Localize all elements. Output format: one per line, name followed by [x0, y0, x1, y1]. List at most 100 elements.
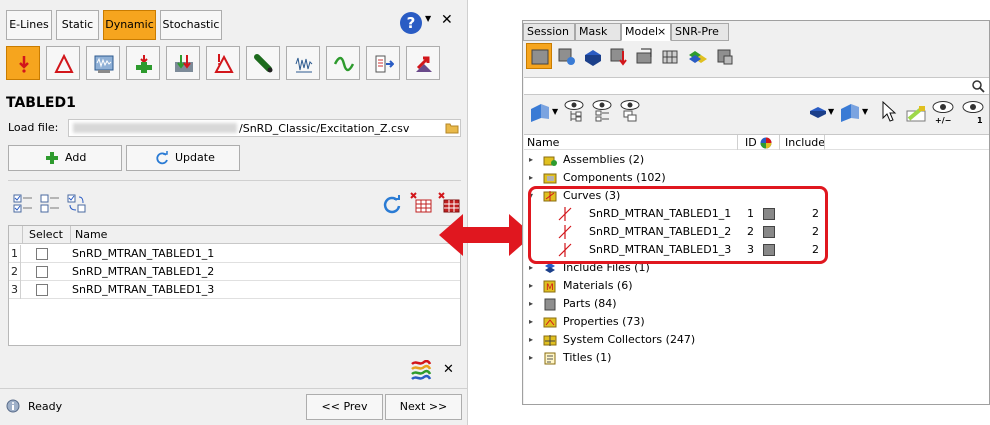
collapse-icon[interactable]: ▾ [529, 188, 533, 204]
load-collector-icon[interactable] [609, 47, 629, 67]
next-button[interactable]: Next >> [385, 394, 462, 420]
tree-item-properties[interactable]: ▸ Properties (73) [527, 314, 727, 330]
search-icon[interactable] [972, 80, 985, 93]
column-header-include[interactable]: Include [785, 136, 825, 149]
triangle-button[interactable] [46, 46, 80, 80]
column-header-name[interactable]: Name [527, 136, 559, 149]
highlight-icon[interactable] [905, 105, 929, 123]
prev-button[interactable]: << Prev [306, 394, 383, 420]
plane-color-icon[interactable] [839, 101, 861, 123]
eye-tree-icon[interactable] [563, 99, 585, 123]
table-row[interactable]: 2 SnRD_MTRAN_TABLED1_2 [9, 263, 460, 281]
curve-row[interactable]: SnRD_MTRAN_TABLED1_3 3 2 [544, 242, 844, 258]
load-file-field[interactable]: /SnRD_Classic/Excitation_Z.csv [68, 119, 461, 137]
search-input[interactable] [524, 77, 989, 95]
tree-item-include-files[interactable]: ▸ Include Files (1) [527, 260, 727, 276]
curve-row[interactable]: SnRD_MTRAN_TABLED1_1 1 2 [544, 206, 844, 222]
color-swatch[interactable] [763, 244, 775, 256]
plane-view-icon[interactable] [529, 101, 551, 123]
part-view-icon[interactable] [715, 47, 735, 67]
tab-dynamic[interactable]: Dynamic [103, 10, 156, 40]
tree-item-system-collectors[interactable]: ▸ System Collectors (247) [527, 332, 727, 348]
tab-mask[interactable]: Mask [575, 23, 621, 41]
expand-icon[interactable]: ▸ [529, 170, 533, 186]
waveform-button[interactable] [86, 46, 120, 80]
system-collectors-icon [543, 335, 557, 346]
set-view-icon[interactable] [635, 47, 655, 67]
info-icon [6, 399, 20, 413]
select-checkbox[interactable] [36, 284, 48, 296]
component-view-icon[interactable] [583, 47, 603, 67]
column-header-id[interactable]: ID [745, 136, 757, 149]
import-button[interactable] [406, 46, 440, 80]
delete-all-tables-icon[interactable] [438, 192, 460, 214]
close-tab-icon[interactable]: × [657, 24, 666, 40]
tree-item-materials[interactable]: ▸ M Materials (6) [527, 278, 727, 294]
color-palette-icon[interactable] [410, 360, 432, 380]
export-button[interactable] [366, 46, 400, 80]
close-icon[interactable]: ✕ [441, 12, 453, 28]
load-transfer-button[interactable] [166, 46, 200, 80]
cursor-icon[interactable] [881, 101, 897, 123]
color-dropdown-icon[interactable]: ▼ [828, 107, 834, 116]
panel-title: TABLED1 [6, 95, 76, 111]
select-checkbox[interactable] [36, 248, 48, 260]
tree-item-curves[interactable]: ▾ Curves (3) [527, 188, 727, 204]
material-view-icon[interactable] [687, 47, 709, 67]
help-dropdown-icon[interactable]: ▼ [425, 14, 431, 23]
select-all-icon[interactable] [13, 194, 33, 214]
triangle-alert-button[interactable] [206, 46, 240, 80]
expand-icon[interactable]: ▸ [529, 278, 533, 294]
plane-color-dropdown-icon[interactable]: ▼ [862, 107, 868, 116]
assembly-view-icon[interactable] [557, 47, 577, 67]
help-icon[interactable]: ? [400, 12, 422, 34]
reverse-selection-icon[interactable] [67, 194, 87, 214]
expand-icon[interactable]: ▸ [529, 296, 533, 312]
tab-static[interactable]: Static [56, 10, 99, 40]
delete-table-icon[interactable] [410, 192, 432, 214]
mesh-view-icon[interactable] [661, 47, 681, 67]
tree-item-parts[interactable]: ▸ Parts (84) [527, 296, 727, 312]
color-swatch[interactable] [763, 226, 775, 238]
eye-list-icon[interactable] [591, 99, 613, 123]
green-cross-button[interactable] [126, 46, 160, 80]
tree-item-titles[interactable]: ▸ Titles (1) [527, 350, 727, 366]
column-header-name[interactable]: Name [71, 226, 460, 244]
tab-model[interactable]: Model × [621, 23, 671, 41]
select-none-icon[interactable] [40, 194, 60, 214]
tab-session[interactable]: Session [523, 23, 575, 41]
eye-copy-icon[interactable] [619, 99, 641, 123]
table-row[interactable]: 3 SnRD_MTRAN_TABLED1_3 [9, 281, 460, 299]
signal-spectrum-button[interactable] [286, 46, 320, 80]
expand-icon[interactable]: ▸ [529, 314, 533, 330]
tree-item-assemblies[interactable]: ▸ Assemblies (2) [527, 152, 727, 168]
expand-icon[interactable]: ▸ [529, 152, 533, 168]
color-swatch[interactable] [763, 208, 775, 220]
sine-button[interactable] [326, 46, 360, 80]
tab-snr-pre[interactable]: SNR-Pre [671, 23, 729, 41]
refresh-icon [156, 151, 168, 165]
table-row[interactable]: 1 SnRD_MTRAN_TABLED1_1 [9, 245, 460, 263]
tree-item-components[interactable]: ▸ Components (102) [527, 170, 727, 186]
color-wheel-icon[interactable] [760, 137, 772, 149]
load-file-value: /SnRD_Classic/Excitation_Z.csv [239, 122, 410, 135]
plane-dropdown-icon[interactable]: ▼ [552, 107, 558, 116]
close-palette-icon[interactable]: ✕ [443, 362, 454, 377]
tab-stochastic[interactable]: Stochastic [160, 10, 222, 40]
folder-icon[interactable] [445, 122, 459, 134]
eye-one-icon[interactable] [961, 99, 989, 127]
column-header-select[interactable]: Select [23, 226, 71, 244]
load-excitation-button[interactable] [6, 46, 40, 80]
update-button[interactable]: Update [126, 145, 240, 171]
refresh-list-icon[interactable] [383, 195, 403, 215]
component-color-icon[interactable] [809, 105, 827, 119]
add-button[interactable]: Add [8, 145, 122, 171]
tab-e-lines[interactable]: E-Lines [6, 10, 52, 40]
probe-button[interactable] [246, 46, 280, 80]
expand-icon[interactable]: ▸ [529, 260, 533, 276]
expand-icon[interactable]: ▸ [529, 350, 533, 366]
curve-row[interactable]: SnRD_MTRAN_TABLED1_2 2 2 [544, 224, 844, 240]
expand-icon[interactable]: ▸ [529, 332, 533, 348]
select-checkbox[interactable] [36, 266, 48, 278]
entity-view-button[interactable] [526, 43, 552, 69]
